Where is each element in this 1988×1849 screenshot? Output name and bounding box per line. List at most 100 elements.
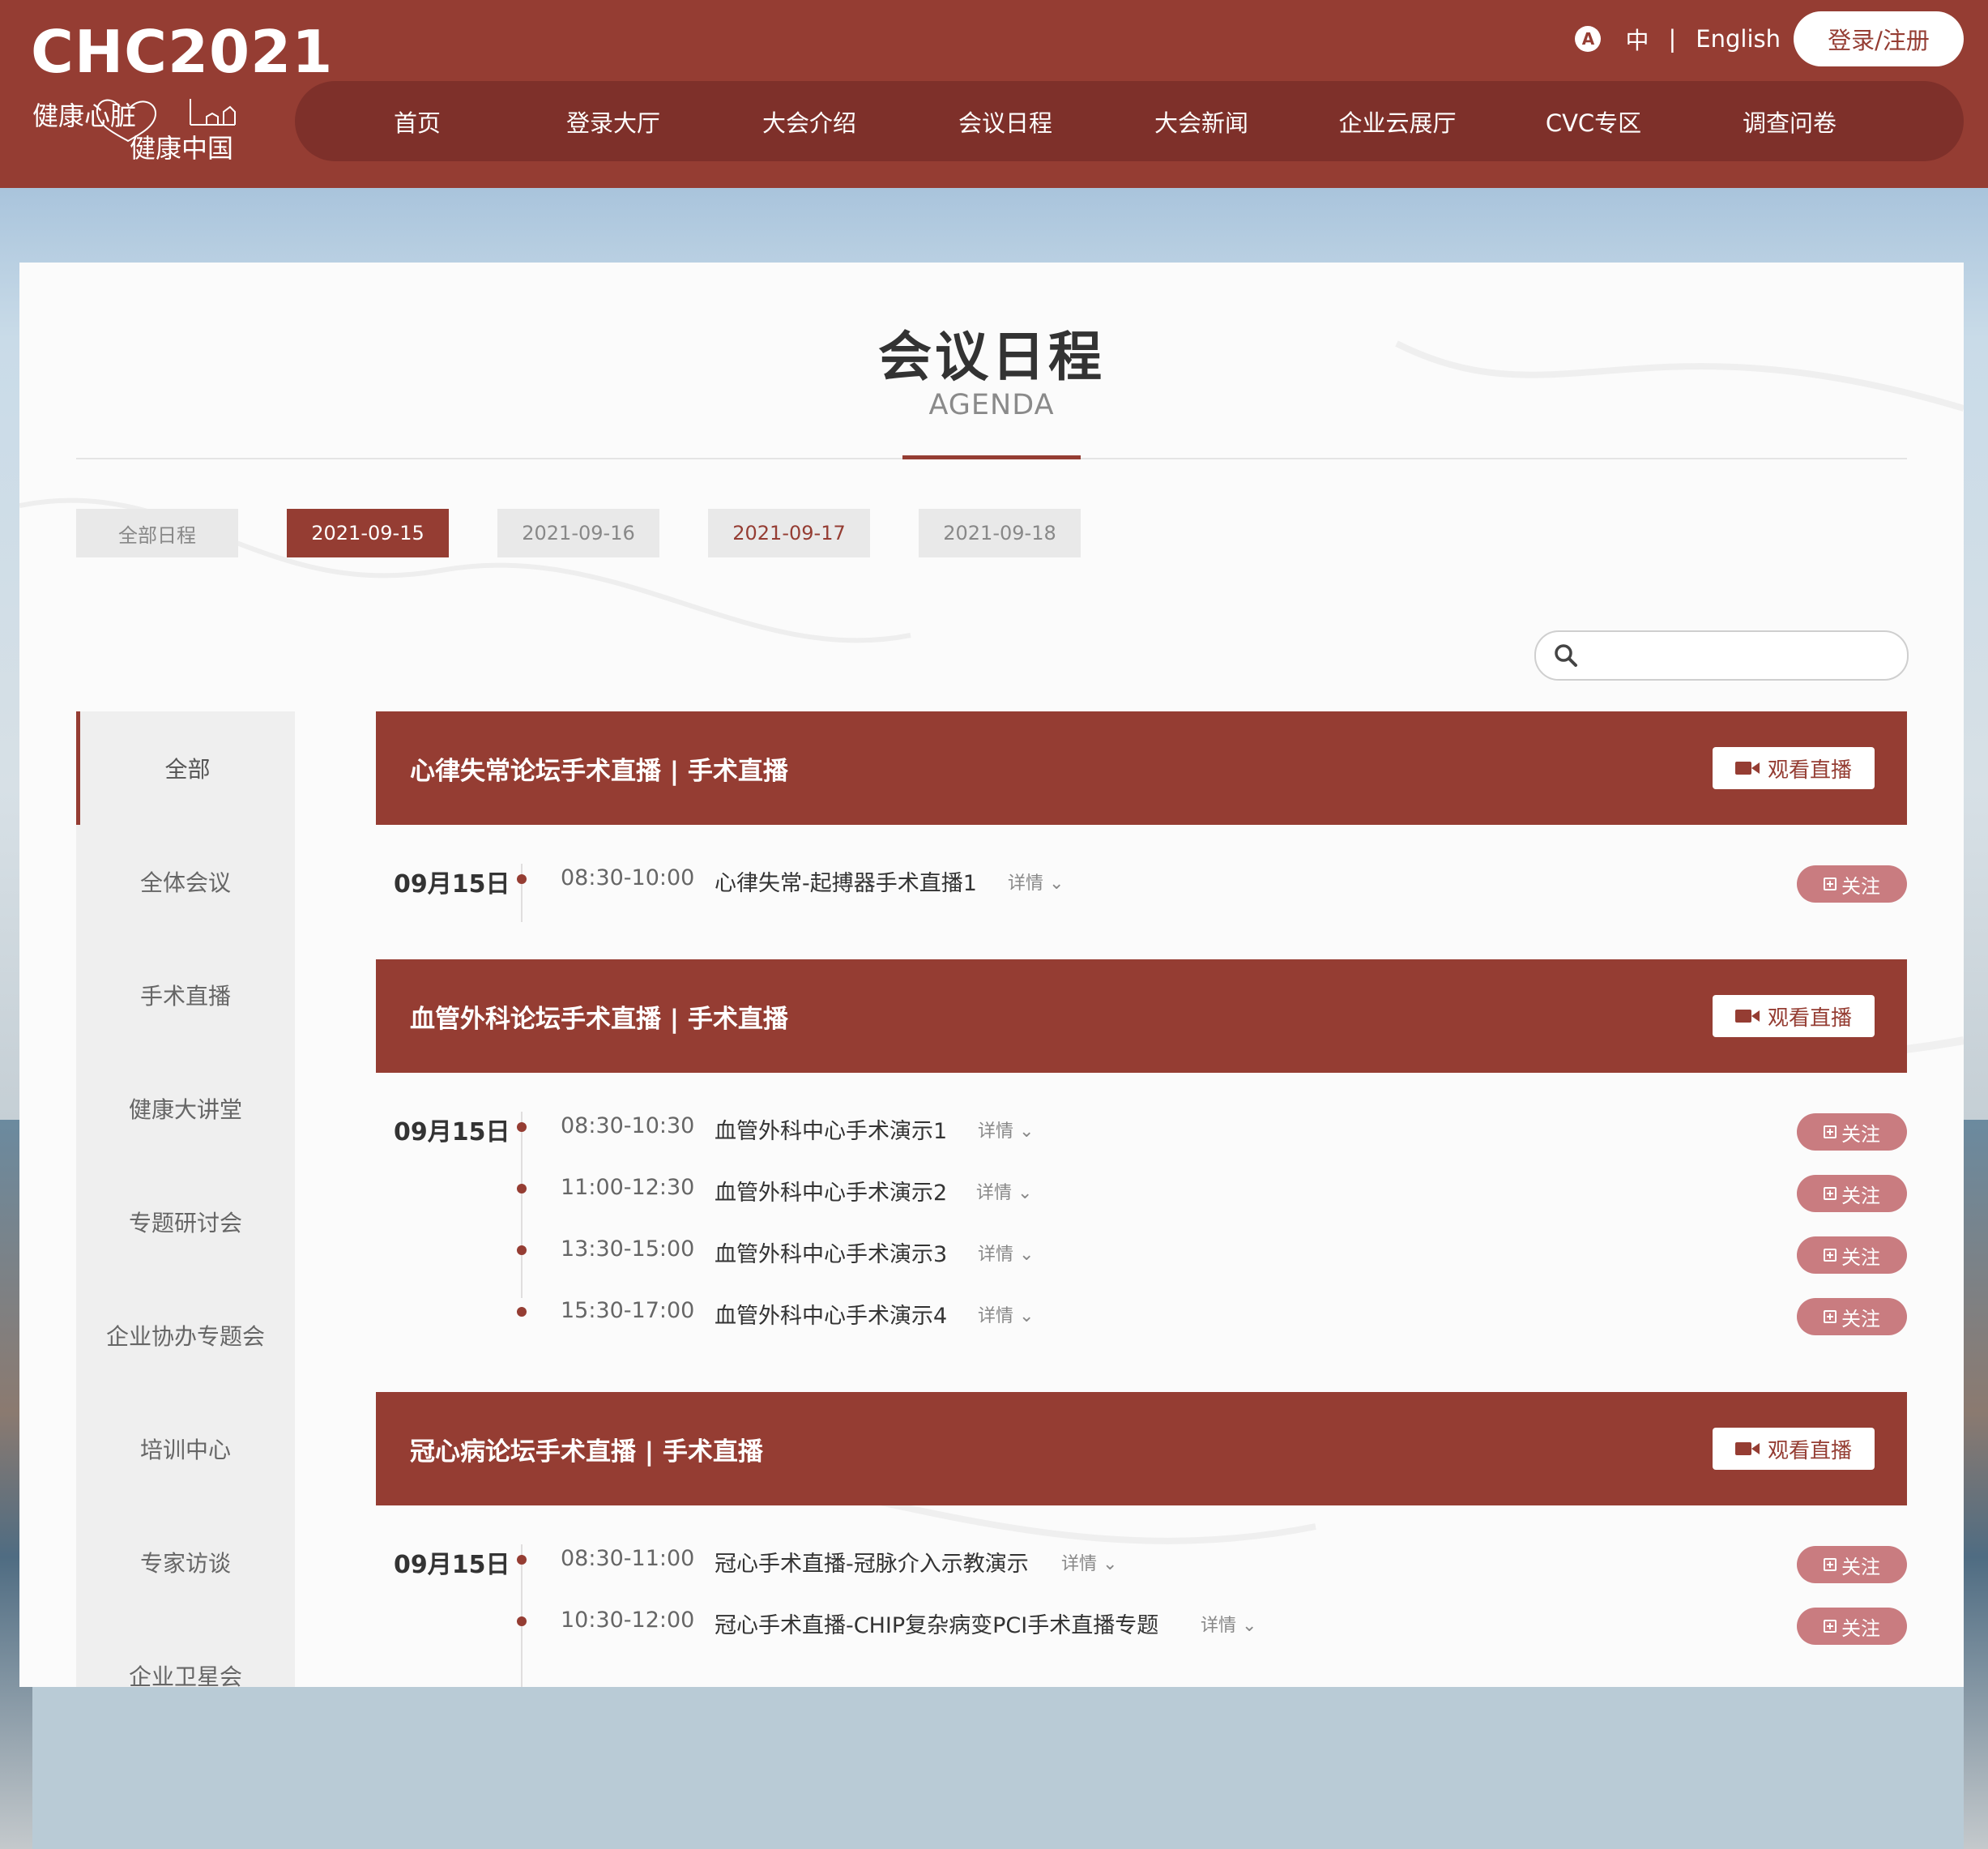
video-camera-icon — [1734, 1010, 1760, 1023]
item-title[interactable]: 冠心手术直播-冠脉介入示教演示 — [715, 1546, 1029, 1578]
chevron-down-icon: ⌄ — [1242, 1616, 1257, 1636]
category-sidebar: 全部 全体会议 手术直播 健康大讲堂 专题研讨会 企业协办专题会 培训中心 专家… — [76, 711, 295, 1687]
language-icon[interactable]: A — [1575, 26, 1602, 52]
nav-survey[interactable]: 调查问卷 — [1692, 105, 1888, 139]
follow-label: 关注 — [1841, 1555, 1880, 1578]
item-title[interactable]: 心律失常-起搏器手术直播1 — [715, 865, 977, 897]
login-register-button[interactable]: 登录/注册 — [1794, 11, 1964, 66]
plus-box-icon — [1824, 1187, 1837, 1200]
follow-button[interactable]: 关注 — [1797, 1113, 1907, 1151]
chevron-down-icon: ⌄ — [1019, 1306, 1035, 1326]
nav-news[interactable]: 大会新闻 — [1103, 105, 1299, 139]
video-camera-icon — [1734, 762, 1760, 775]
item-detail-toggle[interactable]: 详情 ⌄ — [976, 1178, 1032, 1204]
item-time: 11:00-12:30 — [561, 1175, 695, 1200]
follow-button[interactable]: 关注 — [1797, 865, 1907, 903]
timeline-dot — [517, 1307, 527, 1317]
item-detail-toggle[interactable]: 详情 ⌄ — [978, 1117, 1034, 1142]
sidebar-item-satellite[interactable]: 企业卫星会 — [76, 1619, 295, 1687]
item-title[interactable]: 冠心手术直播-CHIP复杂病变PCI手术直播专题 — [715, 1608, 1158, 1639]
follow-label: 关注 — [1841, 874, 1880, 898]
session-title: 冠心病论坛手术直播 | 手术直播 — [410, 1437, 763, 1467]
timeline-dot — [517, 1616, 527, 1626]
item-time: 10:30-12:00 — [561, 1608, 695, 1633]
tab-date-0918[interactable]: 2021-09-18 — [919, 509, 1081, 557]
follow-button[interactable]: 关注 — [1797, 1608, 1907, 1645]
chevron-down-icon: ⌄ — [1019, 1245, 1035, 1265]
date-tabs: 全部日程 2021-09-15 2021-09-16 2021-09-17 20… — [76, 509, 1129, 557]
watch-live-button[interactable]: 观看直播 — [1713, 1428, 1875, 1470]
item-time: 15:30-17:00 — [561, 1298, 695, 1323]
tab-date-0915[interactable]: 2021-09-15 — [287, 509, 449, 557]
page-title: 会议日程 — [878, 326, 1105, 388]
tab-all-dates[interactable]: 全部日程 — [76, 509, 238, 557]
top-right-bar: A 中 | English 登录/注册 — [1575, 11, 1964, 66]
sidebar-item-surgery-live[interactable]: 手术直播 — [76, 938, 295, 1052]
slogan-line-1: 健康心脏 — [32, 100, 137, 131]
nav-home[interactable]: 首页 — [319, 105, 515, 139]
watch-live-button[interactable]: 观看直播 — [1713, 995, 1875, 1037]
item-time: 08:30-10:30 — [561, 1113, 695, 1138]
sidebar-item-interviews[interactable]: 专家访谈 — [76, 1505, 295, 1619]
item-title[interactable]: 血管外科中心手术演示3 — [715, 1236, 947, 1268]
follow-button[interactable]: 关注 — [1797, 1298, 1907, 1335]
timeline-line — [521, 1112, 523, 1298]
chevron-down-icon: ⌄ — [1049, 873, 1064, 894]
item-detail-toggle[interactable]: 详情 ⌄ — [978, 1240, 1034, 1266]
detail-label: 详情 — [1061, 1554, 1098, 1574]
timeline-line — [521, 864, 523, 922]
item-detail-toggle[interactable]: 详情 ⌄ — [1008, 869, 1064, 895]
item-time: 13:30-15:00 — [561, 1236, 695, 1262]
follow-button[interactable]: 关注 — [1797, 1236, 1907, 1274]
sidebar-item-all[interactable]: 全部 — [76, 711, 295, 825]
logo-slogan: 健康心脏 健康中国 — [32, 96, 243, 164]
timeline-dot — [517, 1122, 527, 1132]
item-title[interactable]: 血管外科中心手术演示2 — [715, 1175, 947, 1206]
nav-about[interactable]: 大会介绍 — [711, 105, 907, 139]
sidebar-item-training[interactable]: 培训中心 — [76, 1392, 295, 1505]
item-time: 08:30-10:00 — [561, 865, 695, 890]
detail-label: 详情 — [978, 1306, 1014, 1326]
item-title[interactable]: 血管外科中心手术演示1 — [715, 1113, 947, 1145]
nav-login-hall[interactable]: 登录大厅 — [515, 105, 711, 139]
tab-date-0917[interactable]: 2021-09-17 — [708, 509, 870, 557]
plus-box-icon — [1824, 1249, 1837, 1262]
watch-live-label: 观看直播 — [1767, 1006, 1852, 1031]
sidebar-item-plenary[interactable]: 全体会议 — [76, 825, 295, 938]
follow-label: 关注 — [1841, 1184, 1880, 1207]
lang-separator: | — [1668, 25, 1677, 53]
timeline-dot — [517, 1555, 527, 1565]
item-detail-toggle[interactable]: 详情 ⌄ — [1061, 1549, 1117, 1575]
logo[interactable]: CHC2021 — [31, 18, 333, 86]
detail-label: 详情 — [976, 1183, 1013, 1203]
session-header: 心律失常论坛手术直播 | 手术直播 观看直播 — [376, 711, 1907, 825]
sidebar-item-health-lecture[interactable]: 健康大讲堂 — [76, 1052, 295, 1165]
watch-live-label: 观看直播 — [1767, 1438, 1852, 1463]
follow-button[interactable]: 关注 — [1797, 1546, 1907, 1583]
plus-box-icon — [1824, 878, 1837, 890]
item-detail-toggle[interactable]: 详情 ⌄ — [978, 1301, 1034, 1327]
session-day: 09月15日 — [394, 1551, 510, 1579]
item-title[interactable]: 血管外科中心手术演示4 — [715, 1298, 947, 1330]
nav-exhibition[interactable]: 企业云展厅 — [1299, 105, 1495, 139]
tab-date-0916[interactable]: 2021-09-16 — [497, 509, 659, 557]
watch-live-button[interactable]: 观看直播 — [1713, 747, 1875, 789]
session-day: 09月15日 — [394, 870, 510, 899]
timeline-line — [521, 1544, 523, 1687]
title-accent-bar — [902, 455, 1081, 459]
lang-chinese[interactable]: 中 — [1625, 22, 1649, 56]
detail-label: 详情 — [978, 1121, 1014, 1142]
nav-cvc[interactable]: CVC专区 — [1495, 105, 1692, 139]
nav-agenda[interactable]: 会议日程 — [907, 105, 1103, 139]
follow-label: 关注 — [1841, 1616, 1880, 1640]
search-input[interactable] — [1534, 630, 1909, 681]
slogan-line-2: 健康中国 — [130, 133, 234, 164]
plus-box-icon — [1824, 1620, 1837, 1633]
sidebar-item-corporate-symposium[interactable]: 企业协办专题会 — [76, 1279, 295, 1392]
item-detail-toggle[interactable]: 详情 ⌄ — [1201, 1611, 1256, 1637]
page-subtitle: AGENDA — [928, 389, 1055, 421]
follow-label: 关注 — [1841, 1245, 1880, 1269]
sidebar-item-symposium[interactable]: 专题研讨会 — [76, 1165, 295, 1279]
follow-button[interactable]: 关注 — [1797, 1175, 1907, 1212]
lang-english[interactable]: English — [1696, 25, 1781, 53]
